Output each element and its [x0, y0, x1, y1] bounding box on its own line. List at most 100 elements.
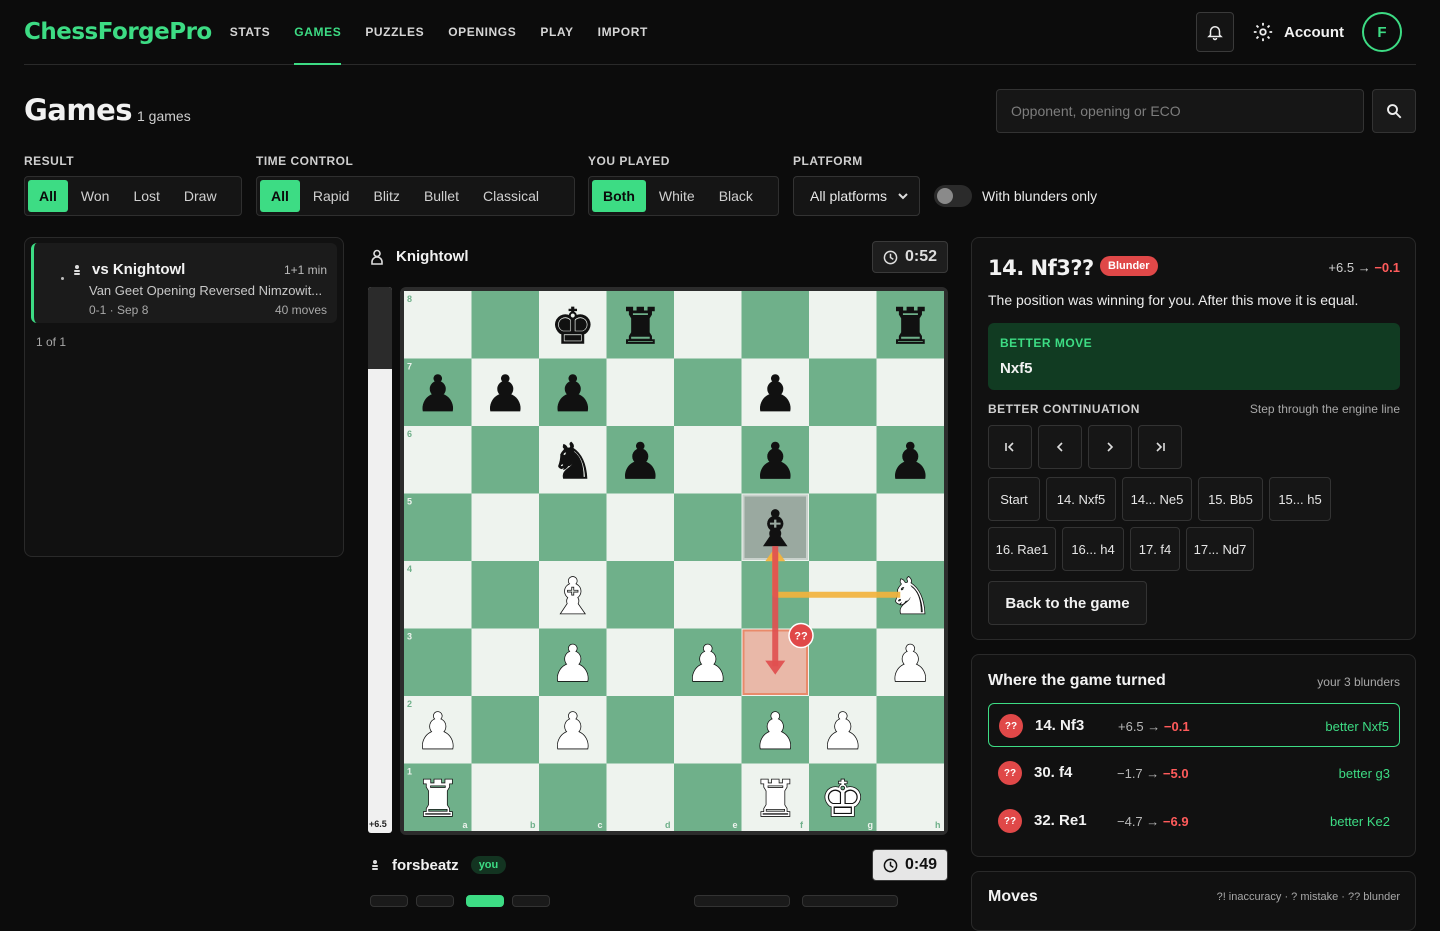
- board-square-d4[interactable]: [606, 561, 675, 629]
- line-chip[interactable]: 14. Nxf5: [1046, 477, 1116, 521]
- blunders-only-toggle[interactable]: [934, 185, 972, 207]
- black-knight-piece[interactable]: ♞: [550, 432, 595, 491]
- black-rook-piece[interactable]: ♜: [888, 297, 933, 356]
- board-action-button[interactable]: [802, 895, 898, 907]
- next-move-button[interactable]: [1088, 425, 1132, 469]
- nav-stats[interactable]: STATS: [230, 0, 271, 65]
- board-square-d7[interactable]: [606, 358, 675, 427]
- turning-point-row[interactable]: ?? 32. Re1 −4.7 → −6.9 better Ke2: [988, 799, 1400, 843]
- board-square-a8[interactable]: [404, 291, 472, 359]
- board-square-a4[interactable]: [404, 561, 472, 629]
- notifications-button[interactable]: [1196, 12, 1234, 52]
- board-square-a6[interactable]: [404, 426, 472, 494]
- board-control-button[interactable]: [512, 895, 550, 907]
- first-move-button[interactable]: [988, 425, 1032, 469]
- tc-rapid[interactable]: Rapid: [302, 180, 361, 212]
- black-pawn-piece[interactable]: ♟: [888, 432, 933, 491]
- back-to-game-button[interactable]: Back to the game: [988, 581, 1147, 625]
- avatar[interactable]: F: [1362, 12, 1402, 52]
- result-all[interactable]: All: [28, 180, 68, 212]
- white-pawn-piece[interactable]: ♟: [820, 702, 866, 762]
- white-pawn-piece[interactable]: ♟: [685, 634, 731, 694]
- white-pawn-piece[interactable]: ♟: [415, 702, 461, 762]
- board-square-d5[interactable]: [606, 493, 675, 562]
- board-square-c5[interactable]: [539, 493, 607, 562]
- board-square-h5[interactable]: [876, 493, 945, 562]
- nav-openings[interactable]: OPENINGS: [448, 0, 516, 65]
- board-square-e1[interactable]: [674, 763, 742, 832]
- white-pawn-piece[interactable]: ♟: [887, 634, 933, 694]
- result-lost[interactable]: Lost: [122, 180, 170, 212]
- board-square-g5[interactable]: [809, 493, 877, 562]
- black-pawn-piece[interactable]: ♟: [550, 365, 595, 424]
- result-draw[interactable]: Draw: [173, 180, 228, 212]
- board-square-b5[interactable]: [471, 493, 540, 562]
- color-both[interactable]: Both: [592, 180, 646, 212]
- color-white[interactable]: White: [648, 180, 706, 212]
- board-square-c1[interactable]: [539, 763, 607, 832]
- black-pawn-piece[interactable]: ♟: [618, 432, 663, 491]
- search-input[interactable]: [996, 89, 1364, 133]
- board-control-button[interactable]: [416, 895, 454, 907]
- white-pawn-piece[interactable]: ♟: [752, 702, 798, 762]
- chess-board[interactable]: 8 7 6 5 4 3 2 1 a b c d e f g h ♚ ♜ ♜ ♟ ♟ ♟ ♟ ♞ ♟ ♟ ♟ ♝ ♝ ♞ ♟ ♟ ♟ ♟ ♟ ♟ ♟ ♜ ♜ ♚…: [400, 287, 948, 835]
- nav-games[interactable]: GAMES: [294, 0, 342, 65]
- last-move-button[interactable]: [1138, 425, 1182, 469]
- black-pawn-piece[interactable]: ♟: [753, 365, 798, 424]
- board-square-h1[interactable]: [876, 763, 945, 832]
- board-control-button-active[interactable]: [466, 895, 504, 907]
- board-square-a5[interactable]: [404, 493, 472, 562]
- board-square-a3[interactable]: [404, 628, 472, 697]
- board-square-g7[interactable]: [809, 358, 877, 427]
- board-square-f8[interactable]: [741, 291, 810, 359]
- nav-play[interactable]: PLAY: [540, 0, 573, 65]
- board-square-e8[interactable]: [674, 291, 742, 359]
- board-square-d1[interactable]: [606, 763, 675, 832]
- black-rook-piece[interactable]: ♜: [618, 297, 663, 356]
- line-chip[interactable]: 16. Rae1: [988, 527, 1056, 571]
- tc-classical[interactable]: Classical: [472, 180, 550, 212]
- prev-move-button[interactable]: [1038, 425, 1082, 469]
- account-menu[interactable]: Account: [1252, 21, 1344, 43]
- board-square-b6[interactable]: [471, 426, 540, 494]
- white-bishop-piece[interactable]: ♝: [550, 567, 596, 627]
- white-rook-piece[interactable]: ♜: [752, 769, 798, 829]
- line-chip[interactable]: 15. Bb5: [1198, 477, 1263, 521]
- nav-puzzles[interactable]: PUZZLES: [365, 0, 424, 65]
- board-square-b1[interactable]: [471, 763, 540, 832]
- line-chip[interactable]: 17... Nd7: [1186, 527, 1254, 571]
- board-square-d2[interactable]: [606, 696, 675, 764]
- board-square-g8[interactable]: [809, 291, 877, 359]
- board-square-h7[interactable]: [876, 358, 945, 427]
- tc-blitz[interactable]: Blitz: [362, 180, 410, 212]
- board-square-b4[interactable]: [471, 561, 540, 629]
- line-chip[interactable]: 14... Ne5: [1122, 477, 1192, 521]
- color-black[interactable]: Black: [708, 180, 764, 212]
- board-square-g6[interactable]: [809, 426, 877, 494]
- black-king-piece[interactable]: ♚: [550, 297, 595, 356]
- nav-import[interactable]: IMPORT: [598, 0, 648, 65]
- line-chip[interactable]: 15... h5: [1269, 477, 1331, 521]
- board-square-e2[interactable]: [674, 696, 742, 764]
- platform-select[interactable]: All platforms: [793, 176, 920, 216]
- board-square-b8[interactable]: [471, 291, 540, 359]
- white-pawn-piece[interactable]: ♟: [550, 702, 596, 762]
- turning-point-row[interactable]: ?? 14. Nf3 +6.5 → −0.1 better Nxf5: [988, 703, 1400, 747]
- line-chip[interactable]: 17. f4: [1130, 527, 1180, 571]
- board-square-e4[interactable]: [674, 561, 742, 629]
- board-control-button[interactable]: [370, 895, 408, 907]
- board-action-button[interactable]: [694, 895, 790, 907]
- search-button[interactable]: [1372, 89, 1416, 133]
- white-pawn-piece[interactable]: ♟: [550, 634, 596, 694]
- board-square-b3[interactable]: [471, 628, 540, 697]
- line-chip[interactable]: 16... h4: [1062, 527, 1124, 571]
- board-square-b2[interactable]: [471, 696, 540, 764]
- board-square-g3[interactable]: [809, 628, 877, 697]
- turning-point-row[interactable]: ?? 30. f4 −1.7 → −5.0 better g3: [988, 751, 1400, 795]
- board-square-e6[interactable]: [674, 426, 742, 494]
- line-chip-start[interactable]: Start: [988, 477, 1040, 521]
- board-square-e7[interactable]: [674, 358, 742, 427]
- white-rook-piece[interactable]: ♜: [415, 769, 461, 829]
- app-logo[interactable]: ChessForgePro: [24, 19, 212, 45]
- tc-all[interactable]: All: [260, 180, 300, 212]
